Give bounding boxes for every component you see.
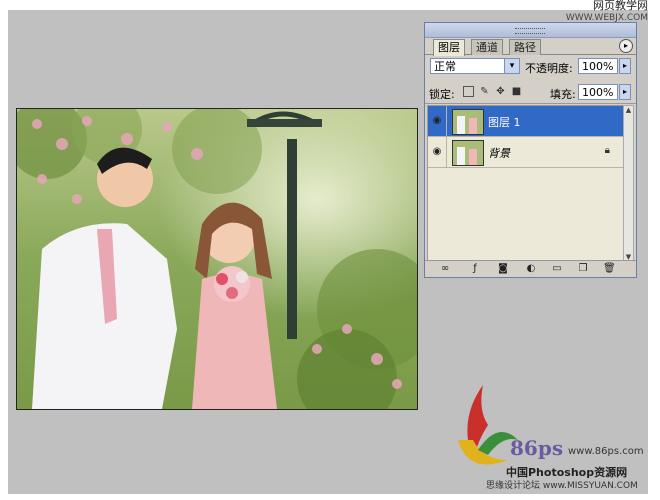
fill-label: 填充: [550, 88, 576, 101]
layer-name: 背景 [488, 147, 510, 160]
panel-menu-icon[interactable]: ▸ [619, 39, 633, 53]
wedding-photo [17, 109, 417, 409]
layers-list: ◉ 图层 1 ◉ 背景 🔒︎ [427, 105, 625, 265]
tab-channels[interactable]: 通道 [471, 39, 503, 55]
layer-thumbnail [452, 140, 484, 166]
lock-all-icon[interactable]: ■ [511, 86, 522, 97]
layer-row-background[interactable]: ◉ 背景 🔒︎ [428, 137, 624, 168]
eye-visibility-icon[interactable]: ◉ [428, 106, 447, 136]
panel-bottom-bar: ∞ ƒ ◙ ◐ ▭ ❐ 🗑︎ [425, 260, 636, 277]
lock-image-brush-icon[interactable]: ✎ [479, 86, 490, 97]
layers-panel: 图层 通道 路径 ▸ 正常 ▾ 不透明度: 100% ▸ 锁定: ✎ ✥ ■ 填… [424, 22, 637, 278]
lock-position-move-icon[interactable]: ✥ [495, 86, 506, 97]
layer-name: 图层 1 [488, 116, 521, 129]
site-watermark: 网页教学网 WWW.WEBJX.COM [566, 0, 648, 24]
lock-fill-row: 锁定: ✎ ✥ ■ 填充: 100% ▸ [425, 81, 636, 104]
blend-mode-select[interactable]: 正常 ▾ [430, 58, 520, 74]
fill-slider-arrow-icon[interactable]: ▸ [619, 84, 631, 100]
layer-lock-icon: 🔒︎ [604, 145, 610, 156]
lock-transparent-icon[interactable] [463, 86, 474, 97]
scroll-up-icon[interactable]: ▲ [624, 106, 633, 115]
new-group-icon[interactable]: ▭ [551, 263, 563, 275]
opacity-slider-arrow-icon[interactable]: ▸ [619, 58, 631, 74]
layer-thumbnail [452, 109, 484, 135]
layers-scrollbar[interactable]: ▲ ▼ [623, 105, 634, 263]
tab-paths[interactable]: 路径 [509, 39, 541, 55]
layer-style-icon[interactable]: ƒ [469, 263, 481, 275]
adjustment-layer-icon[interactable]: ◐ [525, 263, 537, 275]
link-layers-icon[interactable]: ∞ [439, 263, 451, 275]
eye-visibility-icon[interactable]: ◉ [428, 137, 447, 167]
drag-grip-icon[interactable] [515, 28, 545, 34]
site-logo: 86ps www.86ps.com 中国Photoshop资源网 思缘设计论坛 … [448, 380, 648, 492]
opacity-label: 不透明度: [525, 62, 573, 75]
logo-brand: 86ps [510, 436, 564, 460]
blend-mode-value: 正常 [434, 60, 456, 73]
new-layer-icon[interactable]: ❐ [577, 263, 589, 275]
blend-opacity-row: 正常 ▾ 不透明度: 100% ▸ [425, 55, 636, 79]
chevron-down-icon[interactable]: ▾ [504, 59, 519, 73]
fill-field[interactable]: 100% [578, 84, 618, 100]
opacity-field[interactable]: 100% [578, 58, 618, 74]
logo-subtitle: 思缘设计论坛 www.MISSYUAN.COM [486, 481, 638, 491]
add-mask-icon[interactable]: ◙ [497, 263, 509, 275]
panel-tabs: 图层 通道 路径 ▸ [425, 38, 636, 56]
layer-row-layer1[interactable]: ◉ 图层 1 [428, 106, 624, 137]
delete-layer-icon[interactable]: 🗑︎ [603, 263, 616, 275]
logo-url: www.86ps.com [568, 446, 644, 457]
lock-label: 锁定: [429, 88, 455, 101]
panel-titlebar[interactable] [425, 23, 636, 38]
tab-layers[interactable]: 图层 [433, 39, 465, 56]
watermark-site-name: 网页教学网 [593, 0, 648, 12]
document-image[interactable] [16, 108, 418, 410]
